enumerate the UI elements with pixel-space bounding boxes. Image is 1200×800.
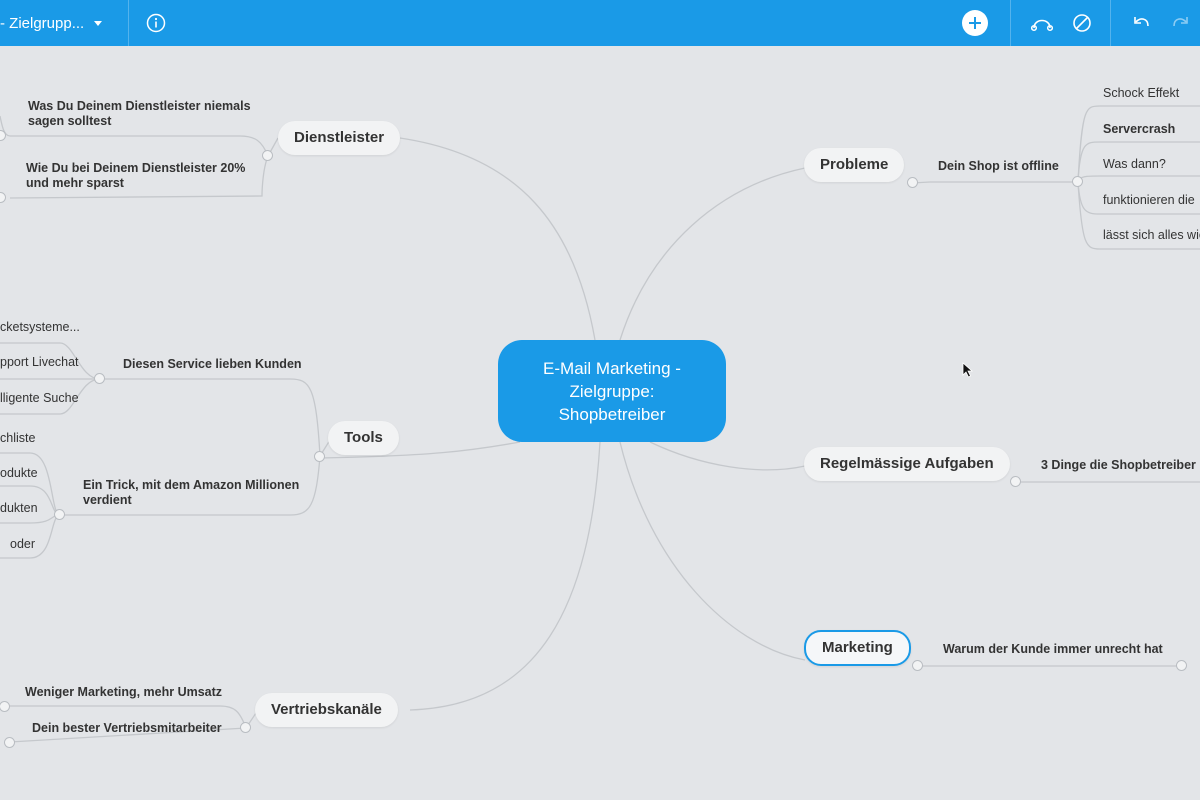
topic-regelmaessige-aufgaben[interactable]: Regelmässige Aufgaben <box>804 447 1010 481</box>
collapse-knob[interactable] <box>54 509 65 520</box>
central-topic-line: Shopbetreiber <box>558 404 666 424</box>
leaf-funktionieren[interactable]: funktionieren die <box>1103 193 1195 208</box>
topic-tools[interactable]: Tools <box>328 421 399 455</box>
leaf-produkten[interactable]: dukten <box>0 501 38 516</box>
subtopic-service-kunden[interactable]: Diesen Service lieben Kunden <box>123 357 302 372</box>
toolbar-separator <box>128 0 129 46</box>
mouse-cursor-icon <box>962 362 974 378</box>
relationship-icon[interactable] <box>1030 11 1054 35</box>
leaf-support-livechat[interactable]: pport Livechat <box>0 355 79 370</box>
subtopic-3-dinge[interactable]: 3 Dinge die Shopbetreiber <box>1041 458 1196 473</box>
add-topic-button[interactable] <box>962 10 988 36</box>
subtopic-line: und mehr sparst <box>26 176 124 190</box>
subtopic-line: Was Du Deinem Dienstleister niemals <box>28 99 251 113</box>
collapse-knob[interactable] <box>1010 476 1021 487</box>
toolbar-separator <box>1010 0 1011 46</box>
topic-vertriebskanaele[interactable]: Vertriebskanäle <box>255 693 398 727</box>
chevron-down-icon <box>94 20 103 26</box>
subtopic-line: Ein Trick, mit dem Amazon Millionen <box>83 478 300 492</box>
subtopic-dienstleister-sparst[interactable]: Wie Du bei Deinem Dienstleister 20% und … <box>26 161 245 191</box>
toolbar: - Zielgrupp... <box>0 0 1200 46</box>
central-topic-line: E-Mail Marketing - <box>543 358 681 378</box>
leaf-intelligente-suche[interactable]: lligente Suche <box>0 391 79 406</box>
undo-icon[interactable] <box>1130 11 1154 35</box>
topic-dienstleister[interactable]: Dienstleister <box>278 121 401 155</box>
leaf-servercrash[interactable]: Servercrash <box>1103 122 1175 137</box>
plus-icon <box>969 17 981 29</box>
subtopic-line: verdient <box>83 493 132 507</box>
leaf-laesst-sich[interactable]: lässt sich alles wie <box>1103 228 1200 243</box>
subtopic-amazon-trick[interactable]: Ein Trick, mit dem Amazon Millionen verd… <box>83 478 299 508</box>
leaf-produkte[interactable]: odukte <box>0 466 38 481</box>
collapse-knob[interactable] <box>262 150 273 161</box>
toolbar-separator <box>1110 0 1111 46</box>
leaf-ticketsysteme[interactable]: cketsysteme... <box>0 320 80 335</box>
subtopic-kunde-unrecht[interactable]: Warum der Kunde immer unrecht hat <box>943 642 1163 657</box>
subtopic-line: sagen solltest <box>28 114 112 128</box>
leaf-oder[interactable]: oder <box>10 537 35 552</box>
topic-marketing[interactable]: Marketing <box>804 630 911 666</box>
collapse-knob[interactable] <box>912 660 923 671</box>
leaf-was-dann[interactable]: Was dann? <box>1103 157 1166 172</box>
central-topic[interactable]: E-Mail Marketing - Zielgruppe: Shopbetre… <box>498 340 726 442</box>
collapse-knob[interactable] <box>94 373 105 384</box>
collapse-knob[interactable] <box>4 737 15 748</box>
collapse-knob[interactable] <box>1072 176 1083 187</box>
subtopic-weniger-marketing[interactable]: Weniger Marketing, mehr Umsatz <box>25 685 222 700</box>
redo-icon[interactable] <box>1168 11 1192 35</box>
subtopic-vertriebsmitarbeiter[interactable]: Dein bester Vertriebsmitarbeiter <box>32 721 222 736</box>
collapse-knob[interactable] <box>1176 660 1187 671</box>
collapse-knob[interactable] <box>314 451 325 462</box>
central-topic-line: Zielgruppe: <box>569 381 655 401</box>
collapse-knob[interactable] <box>907 177 918 188</box>
topic-probleme[interactable]: Probleme <box>804 148 905 182</box>
subtopic-line: Wie Du bei Deinem Dienstleister 20% <box>26 161 246 175</box>
leaf-wunschliste[interactable]: chliste <box>0 431 35 446</box>
info-icon[interactable] <box>144 11 168 35</box>
leaf-schock-effekt[interactable]: Schock Effekt <box>1103 86 1179 101</box>
document-title: - Zielgrupp... <box>0 14 85 32</box>
subtopic-dienstleister-niemals[interactable]: Was Du Deinem Dienstleister niemals sage… <box>28 99 251 129</box>
mind-map-canvas[interactable]: E-Mail Marketing - Zielgruppe: Shopbetre… <box>0 46 1200 800</box>
subtopic-shop-offline[interactable]: Dein Shop ist offline <box>938 159 1059 174</box>
no-style-icon[interactable] <box>1070 11 1094 35</box>
document-title-dropdown[interactable]: - Zielgrupp... <box>0 0 128 46</box>
collapse-knob[interactable] <box>240 722 251 733</box>
